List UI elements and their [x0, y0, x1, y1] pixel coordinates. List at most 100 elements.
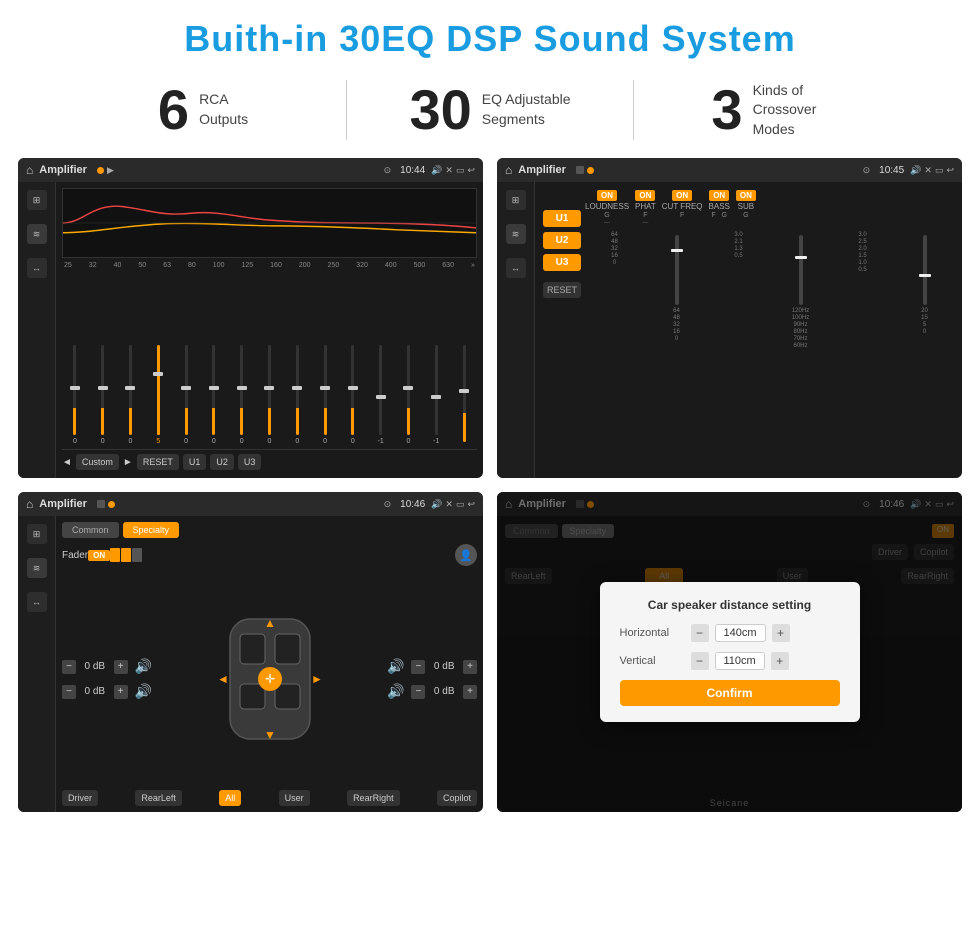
fader-profile-icon[interactable]: 👤: [455, 544, 477, 566]
stat-rca: 6 RCAOutputs: [60, 82, 346, 138]
horizontal-minus-btn[interactable]: −: [691, 624, 709, 642]
all-btn[interactable]: All: [219, 790, 241, 806]
cutfreq-on-badge[interactable]: ON: [672, 190, 692, 201]
fader-sidebar-icon-1[interactable]: ⊞: [27, 524, 47, 544]
user-btn[interactable]: User: [279, 790, 310, 806]
fader-on-badge[interactable]: ON: [88, 550, 110, 561]
u1-btn[interactable]: U1: [183, 454, 207, 470]
tab-specialty[interactable]: Specialty: [123, 522, 180, 538]
loudness-on-badge[interactable]: ON: [597, 190, 617, 201]
svg-text:◄: ◄: [217, 672, 229, 686]
vertical-plus-btn[interactable]: +: [771, 652, 789, 670]
eq-slider-4[interactable]: 5: [145, 345, 171, 445]
u2-btn[interactable]: U2: [210, 454, 234, 470]
car-diagram-area: ✛ ▲ ▼ ◄ ►: [158, 574, 381, 784]
cross-close-icon: ✕: [924, 165, 932, 176]
cross-right-section: ON LOUDNESS G — ON PHAT F —: [585, 190, 954, 470]
horizontal-plus-btn[interactable]: +: [772, 624, 790, 642]
eq-sidebar-icon-1[interactable]: ⊞: [27, 190, 47, 210]
custom-preset-btn[interactable]: Custom: [76, 454, 119, 470]
tab-common[interactable]: Common: [62, 522, 119, 538]
rear-left-btn[interactable]: RearLeft: [135, 790, 182, 806]
svg-text:▲: ▲: [264, 616, 276, 630]
cross-reset-btn[interactable]: RESET: [543, 282, 581, 298]
next-btn[interactable]: ►: [123, 457, 133, 468]
vertical-minus-btn[interactable]: −: [691, 652, 709, 670]
eq-sidebar-icon-3[interactable]: ↔: [27, 258, 47, 278]
eq-slider-6[interactable]: 0: [201, 345, 227, 445]
cross-u3-btn[interactable]: U3: [543, 254, 581, 271]
fader-center: − 0 dB + 🔊 − 0 dB + 🔊: [62, 574, 477, 784]
eq-slider-10[interactable]: 0: [312, 345, 338, 445]
freq-320: 320: [356, 262, 368, 269]
reset-btn[interactable]: RESET: [137, 454, 179, 470]
phat-dash: —: [642, 220, 648, 226]
back-icon: ↩: [467, 165, 475, 176]
phat-on-badge[interactable]: ON: [635, 190, 655, 201]
cross-phat-group: ON PHAT F —: [635, 190, 656, 226]
copilot-btn[interactable]: Copilot: [437, 790, 477, 806]
ch3-slider[interactable]: [799, 235, 803, 305]
driver-btn[interactable]: Driver: [62, 790, 98, 806]
car-svg: ✛ ▲ ▼ ◄ ►: [215, 609, 325, 749]
fader-minus-4[interactable]: −: [411, 685, 425, 699]
expand-icon[interactable]: »: [471, 262, 475, 269]
fader-plus-3[interactable]: +: [463, 660, 477, 674]
freq-32: 32: [89, 262, 97, 269]
cross-sidebar-icon-3[interactable]: ↔: [506, 258, 526, 278]
dialog-title: Car speaker distance setting: [620, 598, 840, 612]
eq-slider-14[interactable]: -1: [423, 345, 449, 445]
fader-dot-icon: [108, 501, 115, 508]
cross-u2-btn[interactable]: U2: [543, 232, 581, 249]
cross-back-icon: ↩: [946, 165, 954, 176]
fader-minus-1[interactable]: −: [62, 660, 76, 674]
eq-slider-3[interactable]: 0: [118, 345, 144, 445]
screen-fader-header: ⌂ Amplifier ⊙ 10:46 🔊 ✕ ▭ ↩: [18, 492, 483, 516]
home-icon[interactable]: ⌂: [26, 163, 33, 177]
u3-btn[interactable]: U3: [238, 454, 262, 470]
freq-50: 50: [138, 262, 146, 269]
fader-home-icon[interactable]: ⌂: [26, 497, 33, 511]
fader-plus-2[interactable]: +: [114, 685, 128, 699]
eq-screen-title: Amplifier: [39, 164, 87, 176]
ch6-slider[interactable]: [923, 235, 927, 305]
sub-on-badge[interactable]: ON: [736, 190, 756, 201]
fader-sidebar-icon-3[interactable]: ↔: [27, 592, 47, 612]
cross-u1-btn[interactable]: U1: [543, 210, 581, 227]
screens-grid: ⌂ Amplifier ▶ ⊙ 10:44 🔊 ✕ ▭ ↩ ⊞ ≋ ↔: [0, 158, 980, 822]
cross-sidebar-icon-1[interactable]: ⊞: [506, 190, 526, 210]
eq-slider-2[interactable]: 0: [90, 345, 116, 445]
confirm-button[interactable]: Confirm: [620, 680, 840, 706]
eq-slider-15[interactable]: [451, 345, 477, 445]
toggle-btn-1[interactable]: [110, 548, 120, 562]
toggle-btn-2[interactable]: [121, 548, 131, 562]
eq-slider-13[interactable]: 0: [396, 345, 422, 445]
fader-screen-title: Amplifier: [39, 498, 87, 510]
eq-slider-12[interactable]: -1: [368, 345, 394, 445]
bass-on-badge[interactable]: ON: [709, 190, 729, 201]
cross-home-icon[interactable]: ⌂: [505, 163, 512, 177]
eq-slider-11[interactable]: 0: [340, 345, 366, 445]
stat-rca-number: 6: [158, 82, 189, 138]
rear-right-btn[interactable]: RearRight: [347, 790, 400, 806]
eq-slider-7[interactable]: 0: [229, 345, 255, 445]
fader-toggle: [110, 548, 142, 562]
cutfreq-sub: F: [680, 212, 684, 219]
fader-minus-3[interactable]: −: [411, 660, 425, 674]
ch1-slider[interactable]: [675, 235, 679, 305]
toggle-btn-3[interactable]: [132, 548, 142, 562]
fader-plus-4[interactable]: +: [463, 685, 477, 699]
cross-ch-4: 120Hz100Hz90Hz80Hz70Hz60Hz: [771, 232, 830, 470]
eq-slider-8[interactable]: 0: [257, 345, 283, 445]
prev-btn[interactable]: ◄: [62, 457, 72, 468]
fader-db-val-4: 0 dB: [428, 686, 460, 697]
fader-plus-1[interactable]: +: [114, 660, 128, 674]
eq-slider-1[interactable]: 0: [62, 345, 88, 445]
fader-minus-2[interactable]: −: [62, 685, 76, 699]
cross-location-icon: ⊙: [863, 165, 871, 176]
cross-sidebar-icon-2[interactable]: ≋: [506, 224, 526, 244]
fader-sidebar-icon-2[interactable]: ≋: [27, 558, 47, 578]
eq-slider-9[interactable]: 0: [284, 345, 310, 445]
eq-sidebar-icon-2[interactable]: ≋: [27, 224, 47, 244]
eq-slider-5[interactable]: 0: [173, 345, 199, 445]
